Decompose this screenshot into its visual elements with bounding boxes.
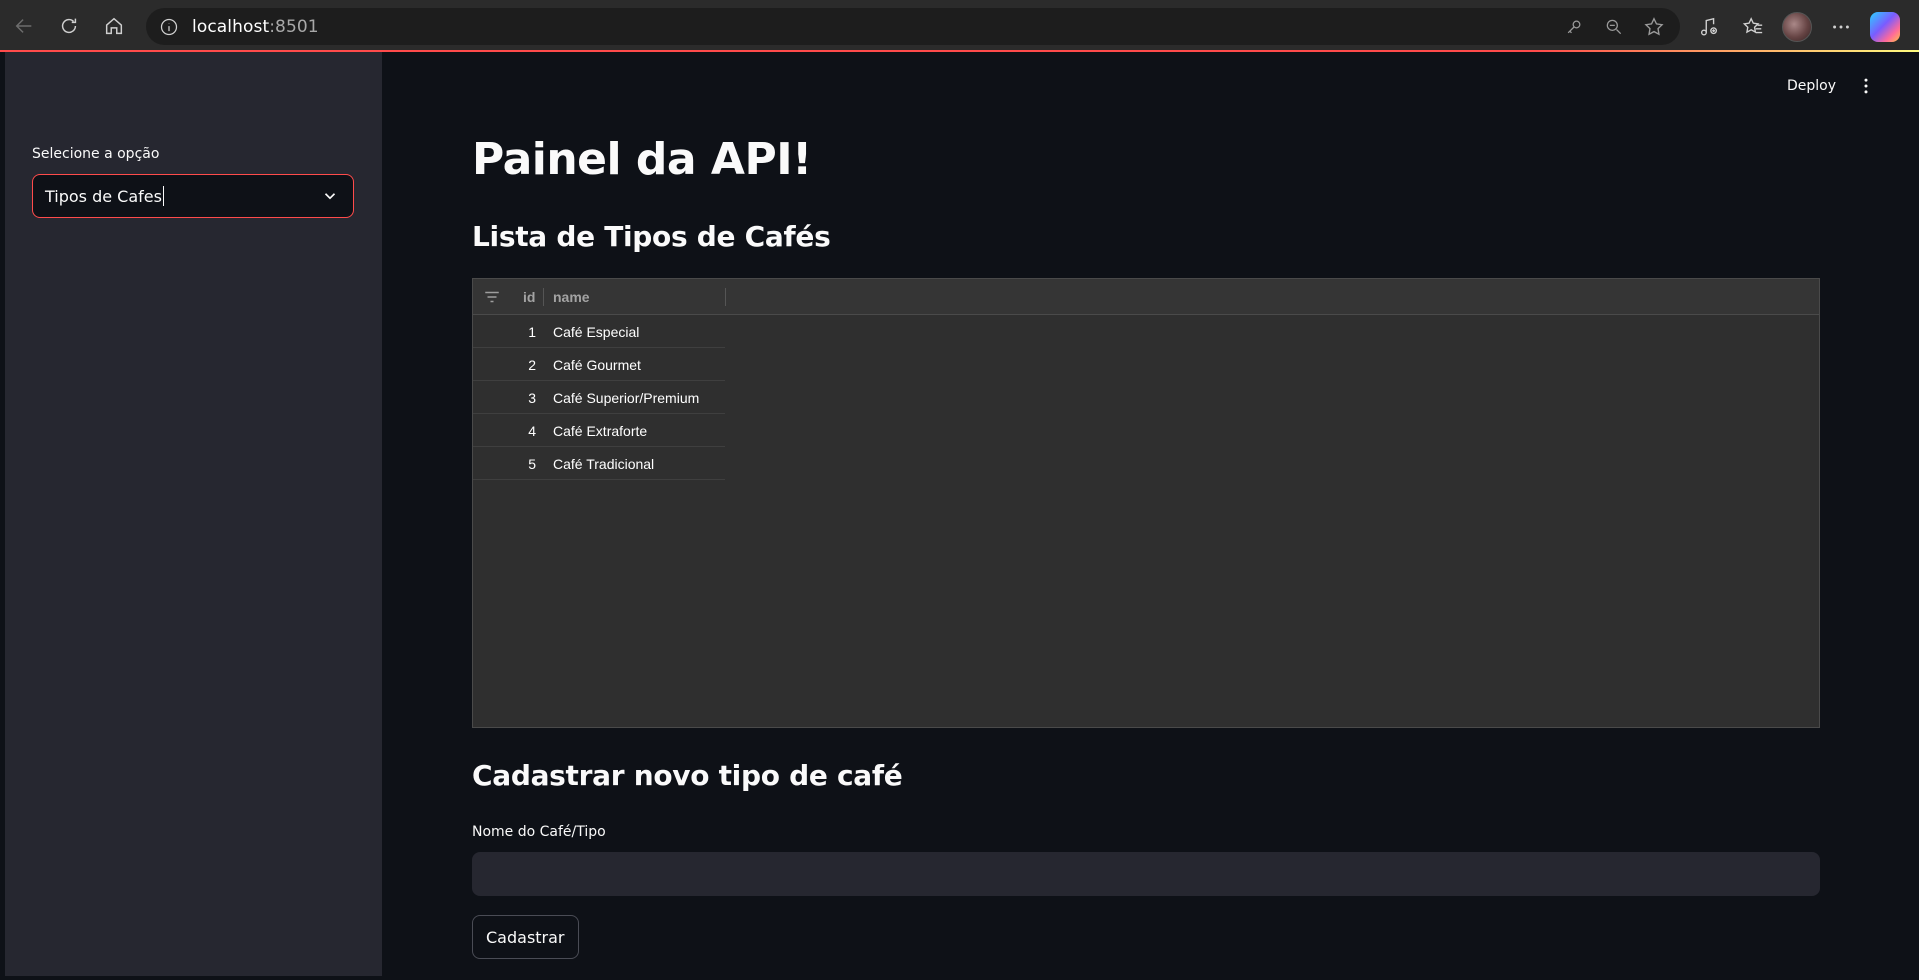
- cell-id: 5: [528, 456, 536, 472]
- cell-id: 2: [528, 357, 536, 373]
- chevron-down-icon[interactable]: [321, 187, 339, 205]
- app-toolbar: Deploy: [1787, 76, 1876, 96]
- cell-name: Café Gourmet: [553, 357, 641, 373]
- option-select[interactable]: Tipos de Cafes: [32, 174, 354, 218]
- site-info-icon[interactable]: [158, 16, 180, 38]
- favorite-star-icon[interactable]: [1642, 15, 1666, 39]
- cell-name: Café Superior/Premium: [553, 390, 700, 406]
- list-heading: Lista de Tipos de Cafés: [472, 220, 831, 253]
- column-divider: [543, 288, 544, 306]
- home-icon[interactable]: [97, 9, 131, 43]
- zoom-out-icon[interactable]: [1602, 15, 1626, 39]
- page-title: Painel da API!: [472, 134, 812, 185]
- media-icon[interactable]: [1694, 12, 1724, 42]
- more-options-icon[interactable]: [1826, 12, 1856, 42]
- url-text: localhost:8501: [192, 16, 319, 37]
- address-bar[interactable]: localhost:8501: [146, 8, 1680, 45]
- column-divider: [725, 288, 726, 306]
- main-menu-icon[interactable]: [1856, 76, 1876, 96]
- copilot-icon[interactable]: [1870, 11, 1900, 42]
- name-input[interactable]: [472, 852, 1820, 896]
- reload-icon[interactable]: [52, 9, 86, 43]
- app-container: Selecione a opção Tipos de Cafes Deploy …: [5, 52, 1914, 976]
- name-field-label: Nome do Café/Tipo: [472, 824, 606, 840]
- filter-icon[interactable]: [483, 288, 501, 306]
- text-caret: [162, 186, 164, 206]
- back-icon[interactable]: [7, 9, 41, 43]
- cell-name: Café Especial: [553, 324, 640, 340]
- cell-name: Café Extraforte: [553, 423, 648, 439]
- column-header-name[interactable]: name: [553, 289, 590, 305]
- cell-id: 3: [528, 390, 536, 406]
- key-icon[interactable]: [1562, 15, 1586, 39]
- table-row[interactable]: 2 Café Gourmet: [473, 348, 725, 381]
- column-header-id[interactable]: id: [523, 289, 535, 305]
- deploy-button[interactable]: Deploy: [1787, 78, 1836, 94]
- profile-avatar[interactable]: [1782, 11, 1812, 42]
- table-row[interactable]: 4 Café Extraforte: [473, 414, 725, 447]
- cell-id: 1: [528, 324, 536, 340]
- favorites-icon[interactable]: [1738, 12, 1768, 42]
- cell-name: Café Tradicional: [553, 456, 655, 472]
- select-value: Tipos de Cafes: [45, 186, 162, 206]
- cell-id: 4: [528, 423, 536, 439]
- table-row[interactable]: 5 Café Tradicional: [473, 447, 725, 480]
- table-header: id name: [473, 279, 1819, 315]
- form-heading: Cadastrar novo tipo de café: [472, 759, 903, 792]
- submit-button[interactable]: Cadastrar: [472, 915, 579, 959]
- browser-toolbar: localhost:8501: [0, 0, 1919, 52]
- sidebar: Selecione a opção Tipos de Cafes: [5, 52, 382, 976]
- table-row[interactable]: 1 Café Especial: [473, 315, 725, 348]
- select-label: Selecione a opção: [32, 146, 160, 162]
- table-row[interactable]: 3 Café Superior/Premium: [473, 381, 725, 414]
- data-table[interactable]: id name 1 Café Especial 2 Café Gourmet 3…: [472, 278, 1820, 728]
